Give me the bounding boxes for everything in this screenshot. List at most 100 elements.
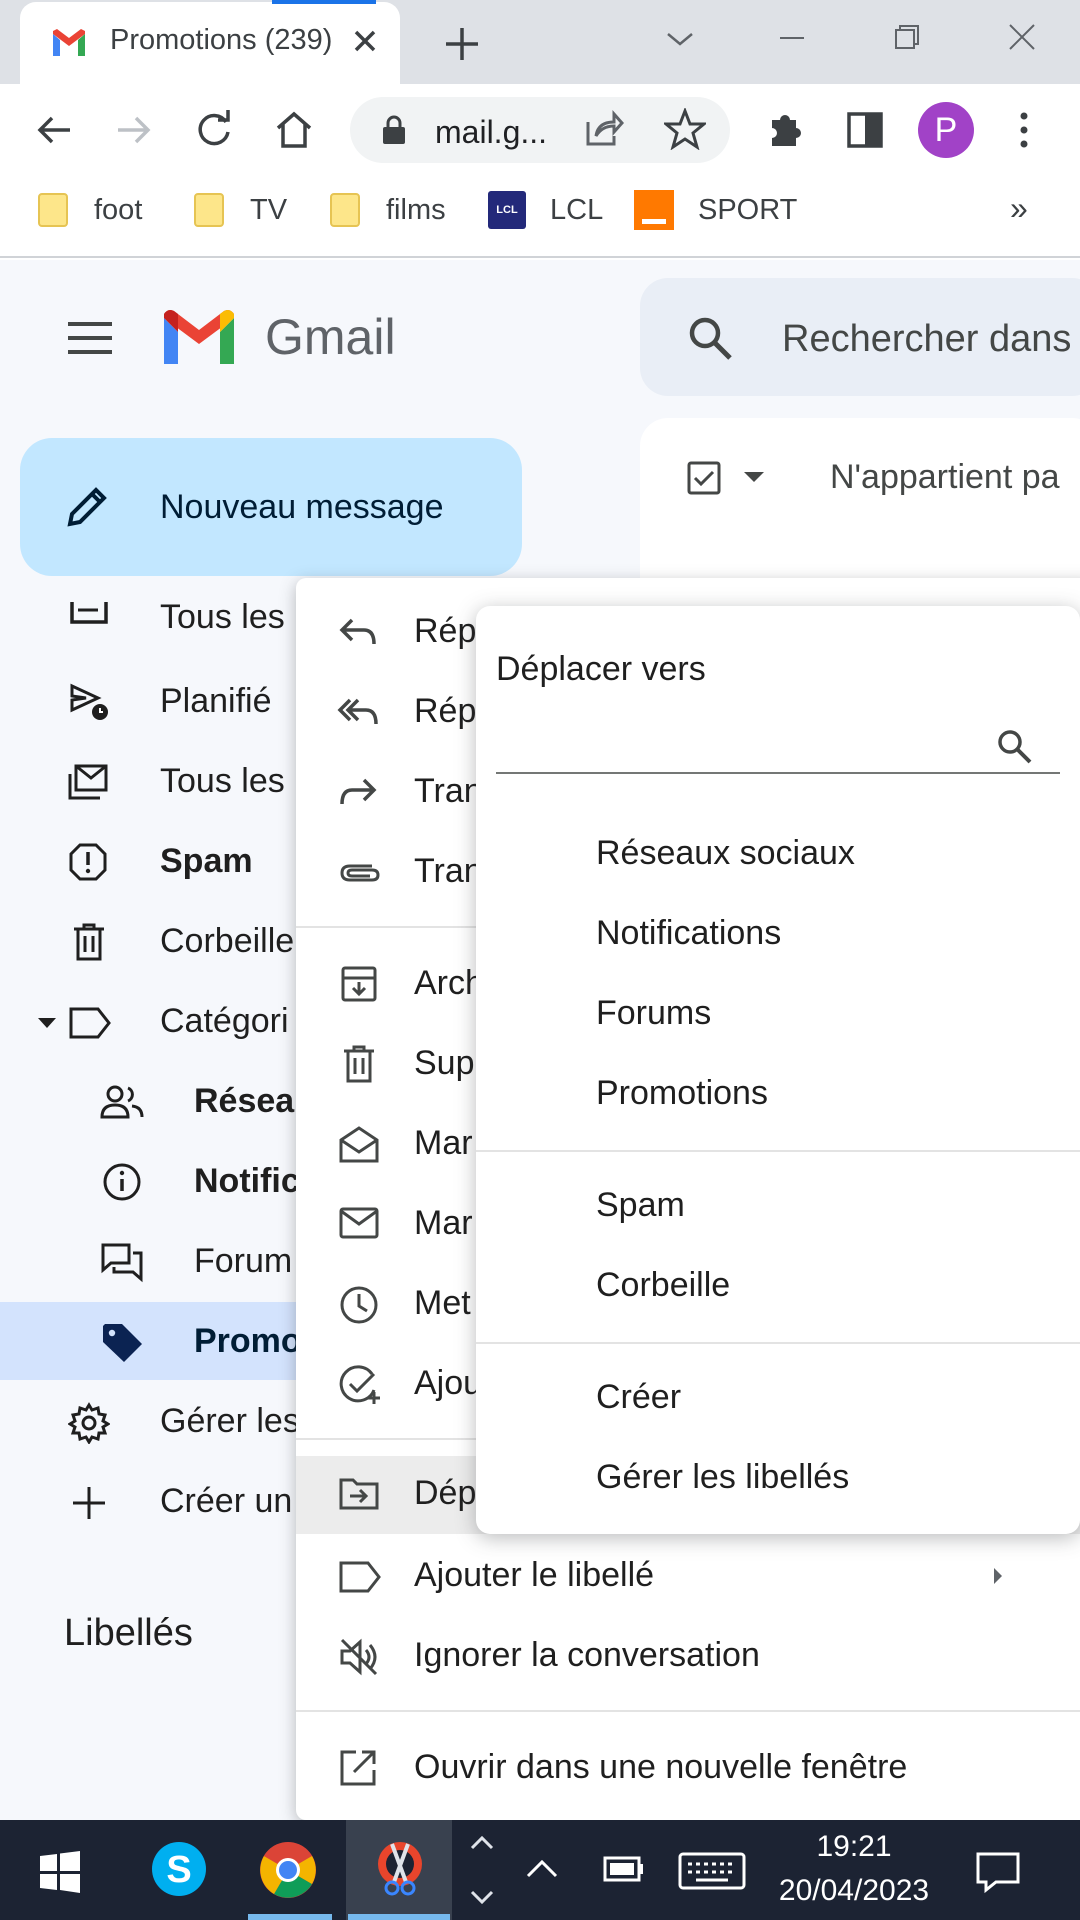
clock-time[interactable]: 19:21 — [782, 1830, 926, 1864]
taskbar-scroll-up-icon[interactable] — [468, 1830, 496, 1854]
restore-icon[interactable] — [876, 14, 936, 64]
sidebar-item-label: Tous les — [160, 598, 285, 636]
bookmark-star-icon[interactable] — [664, 108, 706, 150]
url-text[interactable]: mail.g... — [435, 114, 547, 151]
select-dropdown-icon[interactable] — [742, 470, 766, 486]
minimize-icon[interactable] — [762, 14, 822, 64]
search-icon[interactable] — [994, 726, 1034, 766]
sidebar-item-all-mail[interactable]: Tous les — [0, 742, 300, 822]
window-close-icon[interactable] — [992, 14, 1052, 64]
chrome-icon[interactable] — [258, 1840, 318, 1900]
gmail-logo-icon[interactable] — [160, 308, 238, 368]
sidebar-item-notifications[interactable]: Notific — [0, 1142, 300, 1222]
battery-icon[interactable] — [602, 1852, 646, 1886]
home-icon[interactable] — [272, 108, 316, 152]
taskbar-scroll-down-icon[interactable] — [468, 1886, 496, 1910]
context-item-archive[interactable]: Arch — [296, 944, 484, 1024]
show-hidden-icons-chevron-icon[interactable] — [524, 1856, 560, 1880]
label-icon — [338, 1560, 382, 1594]
side-panel-icon[interactable] — [845, 110, 885, 150]
touch-keyboard-icon[interactable] — [678, 1852, 746, 1890]
people-icon — [100, 1084, 144, 1120]
context-item-label: Mar — [414, 1124, 473, 1162]
tab-close-icon[interactable] — [346, 22, 384, 60]
context-item-mute[interactable]: Ignorer la conversation — [296, 1616, 1080, 1696]
context-item-move-to[interactable]: Dép — [296, 1456, 476, 1534]
submenu-item-social[interactable]: Réseaux sociaux — [596, 834, 855, 873]
main-menu-icon[interactable] — [66, 320, 114, 356]
action-center-icon[interactable] — [974, 1850, 1022, 1894]
sidebar-item-label: Gérer les — [160, 1402, 300, 1440]
submenu-item-forums[interactable]: Forums — [596, 994, 711, 1033]
filter-chip-label[interactable]: N'appartient pa — [830, 458, 1060, 497]
context-item-label: Mar — [414, 1204, 473, 1242]
submenu-item-notifications[interactable]: Notifications — [596, 914, 781, 953]
sidebar-item-categories[interactable]: Catégori — [0, 982, 300, 1062]
context-item-snooze[interactable]: Met — [296, 1264, 476, 1344]
add-task-icon — [338, 1364, 382, 1406]
all-mail-icon — [66, 762, 110, 802]
context-item-mark-unread[interactable]: Mar — [296, 1184, 476, 1264]
submenu-item-trash[interactable]: Corbeille — [596, 1266, 730, 1305]
sidebar-item-manage-labels[interactable]: Gérer les — [0, 1382, 300, 1462]
context-item-forward[interactable]: Tran — [296, 752, 483, 832]
expand-arrow-icon[interactable] — [36, 1016, 58, 1030]
context-item-forward-attachment[interactable]: Tran — [296, 832, 483, 912]
sidebar-item-social[interactable]: Résea — [0, 1062, 300, 1142]
context-item-mark-read[interactable]: Mar — [296, 1104, 476, 1184]
search-icon[interactable] — [686, 314, 734, 362]
context-item-open-new-window[interactable]: Ouvrir dans une nouvelle fenêtre — [296, 1728, 1080, 1808]
sidebar-item-scheduled[interactable]: Planifié — [0, 662, 300, 742]
bookmark-foot[interactable]: foot — [38, 188, 142, 232]
bookmark-films[interactable]: films — [330, 188, 446, 232]
context-item-reply[interactable]: Rép — [296, 592, 476, 672]
browser-menu-icon[interactable] — [1014, 108, 1034, 152]
skype-icon[interactable]: S — [150, 1840, 208, 1898]
bookmark-label: films — [386, 193, 446, 226]
snipping-tool-icon[interactable] — [372, 1838, 428, 1900]
search-placeholder[interactable]: Rechercher dans — [782, 318, 1071, 361]
bookmarks-overflow-button[interactable]: » — [1010, 190, 1028, 227]
back-icon[interactable] — [32, 108, 76, 152]
tab-title: Promotions (239) — [110, 24, 333, 56]
select-all-checkbox-icon[interactable] — [686, 460, 722, 496]
labels-heading: Libellés — [64, 1612, 193, 1654]
mark-unread-icon — [338, 1206, 380, 1240]
share-icon[interactable] — [584, 110, 624, 150]
context-item-add-task[interactable]: Ajou — [296, 1344, 482, 1424]
submenu-item-promotions[interactable]: Promotions — [596, 1074, 768, 1113]
bookmark-sport[interactable]: SPORT — [634, 188, 797, 232]
extensions-icon[interactable] — [764, 108, 806, 150]
lock-icon[interactable] — [380, 114, 408, 146]
bookmark-lcl[interactable]: LCL LCL — [488, 188, 603, 232]
submenu-search-field[interactable] — [496, 716, 1060, 772]
context-item-reply-all[interactable]: Rép — [296, 672, 476, 752]
forward-icon[interactable] — [112, 108, 156, 152]
context-item-delete[interactable]: Sup — [296, 1024, 476, 1104]
sidebar-item-spam[interactable]: Spam — [0, 822, 300, 902]
bookmark-label: LCL — [550, 193, 604, 226]
tab-search-chevron-icon[interactable] — [650, 14, 710, 64]
context-item-label: Tran — [414, 852, 483, 890]
bookmark-label: foot — [94, 193, 143, 226]
info-icon — [102, 1162, 142, 1202]
new-tab-icon[interactable] — [440, 22, 484, 66]
sidebar-item-trash[interactable]: Corbeille — [0, 902, 300, 982]
move-to-icon — [338, 1476, 380, 1512]
tag-icon — [100, 1322, 144, 1364]
reload-icon[interactable] — [192, 108, 236, 152]
submenu-item-create[interactable]: Créer — [596, 1378, 681, 1417]
sidebar-item-promotions[interactable]: Promo — [0, 1302, 302, 1382]
submenu-item-manage-labels[interactable]: Gérer les libellés — [596, 1458, 849, 1497]
windows-start-icon[interactable] — [38, 1850, 82, 1894]
clock-date[interactable]: 20/04/2023 — [770, 1874, 938, 1908]
mute-icon — [338, 1636, 380, 1678]
sidebar-item-all-mail-top[interactable]: Tous les — [0, 598, 300, 644]
sidebar-item-forums[interactable]: Forum — [0, 1222, 300, 1302]
context-item-add-label[interactable]: Ajouter le libellé — [296, 1536, 1080, 1616]
submenu-item-spam[interactable]: Spam — [596, 1186, 685, 1225]
scheduled-icon — [68, 682, 112, 722]
sidebar-item-create-label[interactable]: Créer un — [0, 1462, 300, 1542]
profile-avatar[interactable]: P — [918, 102, 974, 158]
bookmark-tv[interactable]: TV — [194, 188, 287, 232]
